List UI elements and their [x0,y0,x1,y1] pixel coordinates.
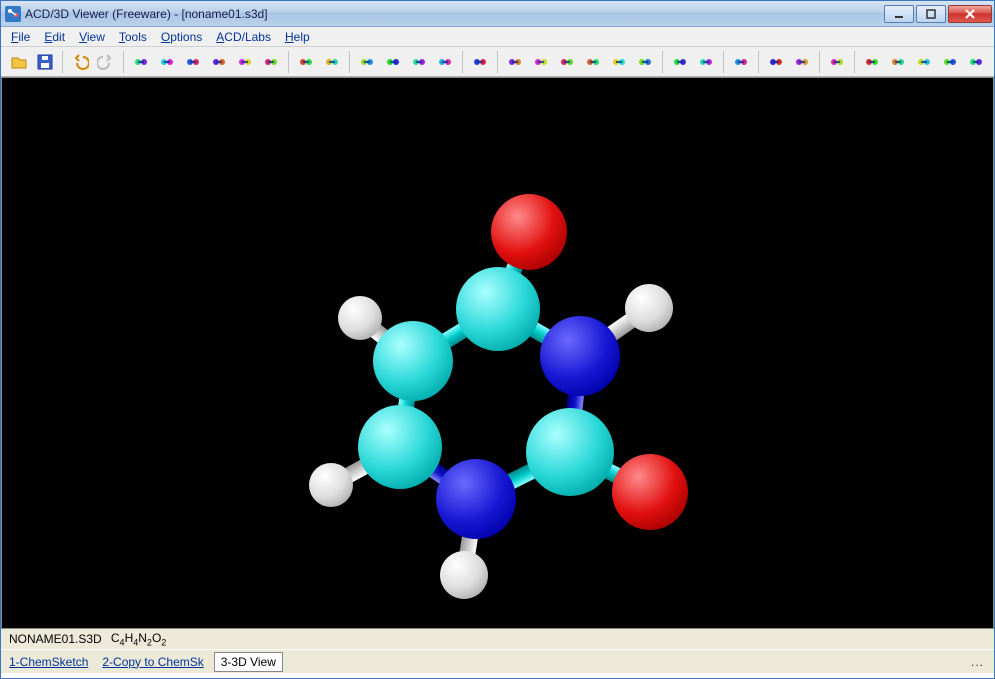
window-title: ACD/3D Viewer (Freeware) - [noname01.s3d… [25,7,884,21]
toolbar-separator [662,51,663,73]
toolbar-split-b-icon[interactable] [790,50,814,74]
atom-o [612,454,688,530]
titlebar: ACD/3D Viewer (Freeware) - [noname01.s3d… [1,1,994,27]
toolbar-tool-e-icon[interactable] [607,50,631,74]
toolbar-frame1-icon[interactable] [860,50,884,74]
toolbar [1,47,994,77]
atom-c [456,267,540,351]
toolbar-separator [497,51,498,73]
toolbar-separator [62,51,63,73]
status-formula: C4H4N2O2 [111,631,166,647]
toolbar-group-icon[interactable] [825,50,849,74]
toolbar-separator [349,51,350,73]
menu-view[interactable]: View [73,29,111,45]
atom-h [338,296,382,340]
status-overflow[interactable]: ... [971,655,990,669]
toolbar-frame-stop-icon[interactable] [964,50,988,74]
toolbar-mirror-x-icon[interactable] [181,50,205,74]
atom-n [436,459,516,539]
toolbar-separator [462,51,463,73]
toolbar-frame3-icon[interactable] [912,50,936,74]
toolbar-mirror-y-icon[interactable] [207,50,231,74]
tab-copy-to-chemsk[interactable]: 2-Copy to ChemSk [98,653,207,671]
toolbar-frame-play-icon[interactable] [938,50,962,74]
tab-3d-view[interactable]: 3-3D View [214,652,283,672]
menu-acdlabs[interactable]: ACD/Labs [210,29,277,45]
toolbar-mirror-z-icon[interactable] [233,50,257,74]
toolbar-dither-icon[interactable] [468,50,492,74]
atom-h [309,463,353,507]
toolbar-separator [819,51,820,73]
toolbar-save-icon[interactable] [33,50,57,74]
toolbar-bond-x2-icon[interactable] [320,50,344,74]
viewport-3d[interactable] [1,77,994,629]
close-button[interactable] [948,5,992,23]
atom-h [625,284,673,332]
toolbar-tool-c-icon[interactable] [555,50,579,74]
toolbar-separator [723,51,724,73]
toolbar-zoom-icon[interactable] [259,50,283,74]
atom-h [440,551,488,599]
toolbar-redo-icon[interactable] [94,50,118,74]
toolbar-rs-label-icon[interactable] [694,50,718,74]
maximize-button[interactable] [916,5,946,23]
status-filename: NONAME01.S3D [9,632,102,646]
toolbar-atoms-colored-icon[interactable] [355,50,379,74]
atom-c [373,321,453,401]
toolbar-tool-a-icon[interactable] [503,50,527,74]
toolbar-separator [123,51,124,73]
toolbar-undo-icon[interactable] [68,50,92,74]
toolbar-rotate-red-icon[interactable] [129,50,153,74]
toolbar-frame2-icon[interactable] [886,50,910,74]
toolbar-open-icon[interactable] [7,50,31,74]
menu-tools[interactable]: Tools [113,29,153,45]
toolbar-axis-icon[interactable] [633,50,657,74]
toolbar-rotate-blue-icon[interactable] [155,50,179,74]
atom-o [491,194,567,270]
status-bar-formula: NONAME01.S3D C4H4N2O2 [1,629,994,649]
tab-chemsketch[interactable]: 1-ChemSketch [5,653,92,671]
app-icon [5,6,21,22]
toolbar-label-a-icon[interactable] [729,50,753,74]
toolbar-atoms-blue-icon[interactable] [381,50,405,74]
menu-edit[interactable]: Edit [38,29,71,45]
toolbar-dots-icon[interactable] [407,50,431,74]
toolbar-rotate-left-icon[interactable] [668,50,692,74]
toolbar-separator [854,51,855,73]
toolbar-separator [758,51,759,73]
menubar: File Edit View Tools Options ACD/Labs He… [1,27,994,47]
menu-options[interactable]: Options [155,29,208,45]
menu-file[interactable]: File [5,29,36,45]
atom-n [540,316,620,396]
atom-c [358,405,442,489]
toolbar-bond-x1-icon[interactable] [294,50,318,74]
atom-c [526,408,614,496]
toolbar-split-a-icon[interactable] [764,50,788,74]
toolbar-tool-d-icon[interactable] [581,50,605,74]
menu-help[interactable]: Help [279,29,316,45]
toolbar-tool-b-icon[interactable] [529,50,553,74]
toolbar-separator [288,51,289,73]
toolbar-butterfly-icon[interactable] [433,50,457,74]
status-bar-tabs: 1-ChemSketch 2-Copy to ChemSk 3-3D View … [1,649,994,673]
minimize-button[interactable] [884,5,914,23]
